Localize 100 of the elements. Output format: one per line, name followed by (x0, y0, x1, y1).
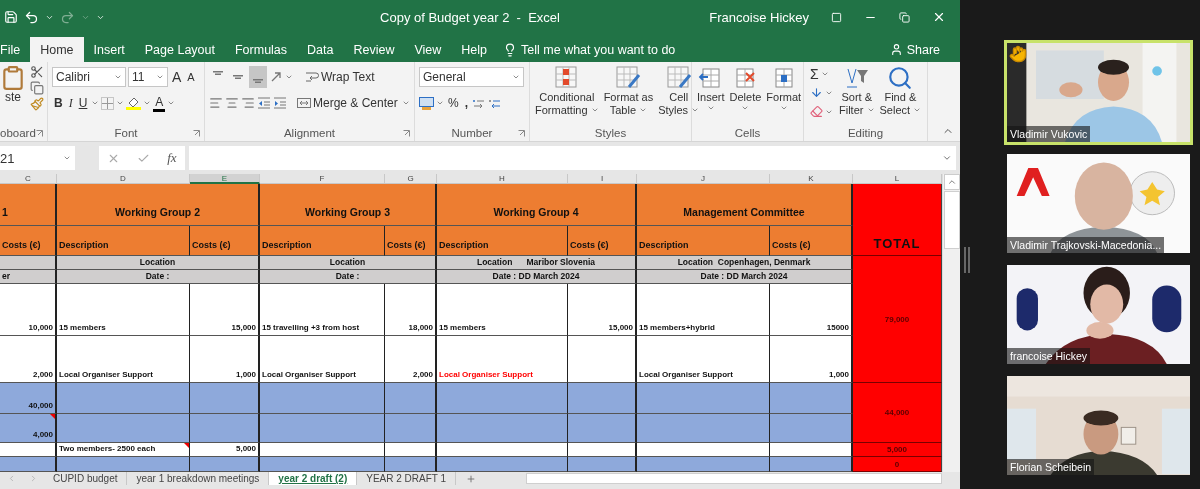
italic-button[interactable]: I (66, 92, 75, 114)
font-field[interactable]: Calibri (52, 67, 126, 87)
scroll-up-button[interactable] (943, 174, 960, 190)
percent-button[interactable]: % (446, 92, 461, 114)
close-icon[interactable] (932, 10, 946, 24)
align-lines-icon (213, 71, 223, 75)
paste-button[interactable]: ste (0, 65, 27, 125)
style-button[interactable]: Conditional Formatting (534, 65, 600, 125)
accounting-icon[interactable] (419, 96, 434, 110)
merge-center-button[interactable]: Merge & Center (295, 92, 400, 114)
cells-button[interactable]: Delete (728, 65, 763, 125)
font-size-field[interactable]: 11 (128, 67, 168, 87)
save-icon[interactable] (4, 10, 18, 24)
table-cell: 79,000 (853, 256, 942, 383)
caret-icon (91, 99, 100, 107)
table-cell: 4,000 (0, 414, 57, 443)
borders-icon[interactable] (101, 96, 115, 110)
column-header[interactable]: G (385, 174, 437, 184)
ribbon-display-icon[interactable] (831, 11, 842, 23)
align-right-icon[interactable] (241, 96, 255, 110)
column-header[interactable]: J (637, 174, 770, 184)
table-cell: Location Maribor Slovenia (437, 256, 637, 270)
splitter-handle[interactable] (964, 246, 970, 273)
ribbon-tab[interactable]: Insert (83, 37, 135, 62)
ribbon-tab[interactable]: File (0, 37, 31, 62)
dialog-launcher-icon[interactable] (518, 129, 525, 137)
wrap-icon (305, 70, 319, 84)
table-cell: 15000 (770, 284, 853, 336)
table-cell: er (0, 270, 57, 284)
ribbon-tab[interactable]: Home (30, 37, 84, 62)
undo-icon[interactable] (24, 9, 39, 25)
ribbon-tab[interactable]: View (404, 37, 452, 62)
column-header[interactable]: C (0, 174, 57, 184)
underline-button[interactable]: U (76, 92, 90, 114)
comma-button[interactable]: , (462, 92, 470, 114)
fill-color-icon[interactable] (126, 96, 142, 110)
ribbon-tab[interactable]: Help (451, 37, 498, 62)
column-heading: TOTAL (853, 184, 942, 256)
ribbon-tab[interactable]: Page Layout (134, 37, 225, 62)
column-header[interactable]: I (568, 174, 637, 184)
column-heading: Description (57, 226, 190, 256)
search-field[interactable]: Tell me what you want to do (497, 37, 682, 62)
caret-icon (590, 106, 599, 114)
caret-icon (143, 99, 152, 107)
dialog-launcher-icon[interactable] (36, 129, 43, 137)
name-box[interactable]: 21 (0, 146, 75, 170)
autosum-button[interactable]: Σ (808, 65, 835, 82)
scrollbar-thumb[interactable] (943, 191, 960, 249)
column-header[interactable]: E (190, 174, 260, 184)
increase-decimal-icon[interactable] (472, 97, 486, 109)
column-header[interactable]: K (770, 174, 853, 184)
align-center-icon[interactable] (225, 96, 239, 110)
caret-icon (436, 99, 444, 107)
insert-function-button[interactable]: fx (167, 150, 177, 166)
cut-icon[interactable] (30, 65, 44, 79)
table-cell: 18,000 (385, 284, 437, 336)
horizontal-scrollbar[interactable] (526, 473, 942, 484)
decrease-decimal-icon[interactable] (488, 97, 502, 109)
vertical-align-button[interactable] (249, 66, 267, 88)
caret-icon (401, 99, 410, 107)
column-header[interactable]: H (437, 174, 568, 184)
restore-icon[interactable] (899, 11, 910, 23)
shrink-font-button[interactable]: A (185, 66, 197, 88)
grow-font-button[interactable]: A (170, 66, 184, 88)
increase-indent-icon[interactable] (273, 96, 287, 110)
sort-filter-button[interactable]: Sort & Filter (838, 65, 876, 125)
table-cell: 15,000 (568, 284, 637, 336)
redo-icon[interactable] (60, 9, 75, 25)
ribbon-tab[interactable]: Review (343, 37, 405, 62)
caret-icon (741, 104, 750, 112)
dialog-launcher-icon[interactable] (403, 129, 410, 137)
decrease-indent-icon[interactable] (257, 96, 271, 110)
search-icon (887, 65, 914, 91)
dialog-launcher-icon[interactable] (193, 129, 200, 137)
caret-icon (942, 153, 952, 163)
style-button[interactable]: Format as Table (602, 65, 655, 125)
table-cell: 1,000 (190, 336, 260, 383)
find-select-button[interactable]: Find & Select (878, 65, 923, 125)
ribbon-tab[interactable]: Data (297, 37, 344, 62)
bold-button[interactable]: B (52, 92, 65, 114)
sheet-tab[interactable]: YEAR 2 DRAFT 1 (357, 472, 457, 485)
sheet-tab[interactable]: CUPID budget (44, 472, 128, 485)
copy-icon[interactable] (30, 81, 44, 95)
font-color-button[interactable]: A (153, 94, 166, 112)
table-cell: Two members- 2500 each (57, 443, 190, 457)
column-header[interactable]: L (853, 174, 942, 184)
ribbon-tab[interactable]: Formulas (224, 37, 298, 62)
cells-button[interactable]: Format (765, 65, 803, 125)
share-button[interactable]: Share (883, 37, 946, 62)
sheet-tab[interactable]: year 2 draft (2) (269, 472, 358, 485)
formula-field[interactable] (189, 146, 956, 170)
align-left-icon[interactable] (209, 96, 223, 110)
orientation-icon[interactable] (269, 70, 283, 84)
column-header[interactable]: D (57, 174, 190, 184)
number-format-field[interactable]: General (419, 67, 524, 87)
column-header[interactable]: F (260, 174, 385, 184)
format-painter-icon[interactable] (30, 97, 44, 111)
caret-icon (156, 73, 164, 81)
column-heading: Description (437, 226, 568, 256)
wrap-text-button[interactable]: Wrap Text (303, 66, 377, 88)
